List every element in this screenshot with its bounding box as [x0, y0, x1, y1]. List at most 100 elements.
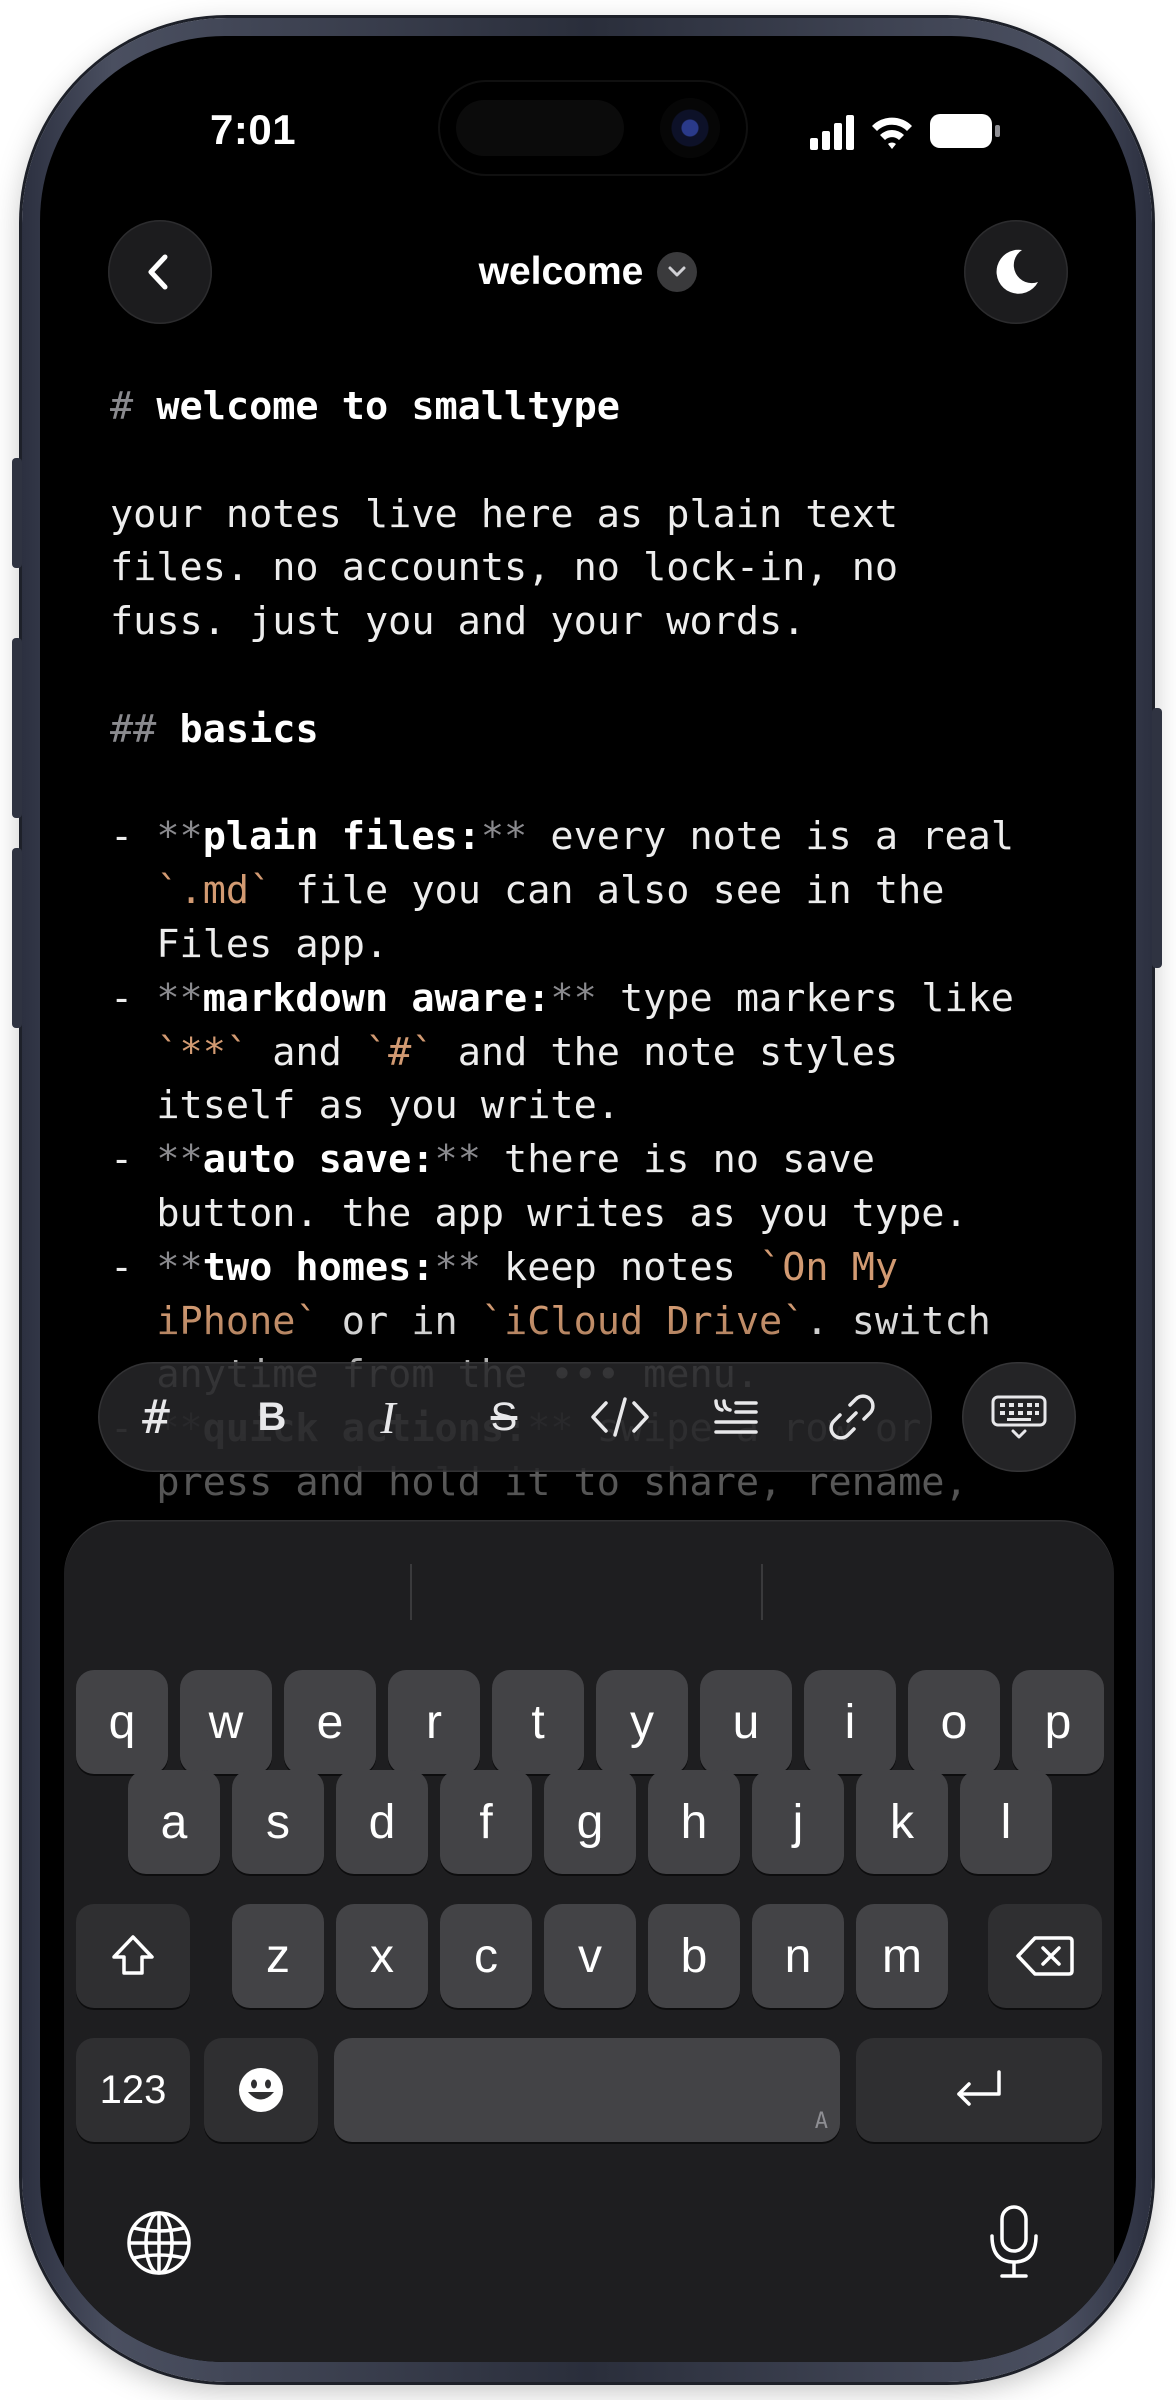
bold-button[interactable]: B	[214, 1362, 330, 1472]
editor-text: -	[110, 1137, 157, 1183]
key-w[interactable]: w	[180, 1670, 272, 1774]
key-o[interactable]: o	[908, 1670, 1000, 1774]
chevron-left-icon	[148, 254, 168, 290]
return-icon	[957, 2070, 1001, 2106]
key-f[interactable]: f	[440, 1770, 532, 1874]
editor-text: Files app.	[110, 921, 389, 967]
editor-text: button. the app writes as you type.	[110, 1190, 968, 1236]
editor-line: fuss. just you and your words.	[110, 595, 1090, 649]
key-s[interactable]: s	[232, 1770, 324, 1874]
key-t[interactable]: t	[492, 1670, 584, 1774]
cellular-signal-icon	[810, 114, 1000, 150]
key-r[interactable]: r	[388, 1670, 480, 1774]
editor-text: type markers like	[596, 975, 1014, 1021]
editor-text: itself as you write.	[110, 1083, 620, 1129]
key-h[interactable]: h	[648, 1770, 740, 1874]
key-i[interactable]: i	[804, 1670, 896, 1774]
heading-button[interactable]: #	[98, 1362, 214, 1472]
editor-line: `**` and `#` and the note styles	[110, 1026, 1090, 1080]
software-keyboard: 123 A q w e r t y u i o p a s d f g h j …	[64, 1520, 1114, 2362]
key-c[interactable]: c	[440, 1904, 532, 2008]
inline-code: `**`	[156, 1029, 250, 1075]
italic-icon: I	[380, 1391, 396, 1443]
suggestion-divider	[410, 1564, 412, 1620]
key-x[interactable]: x	[336, 1904, 428, 2008]
key-g[interactable]: g	[544, 1770, 636, 1874]
key-j[interactable]: j	[752, 1770, 844, 1874]
markdown-marker: **	[434, 1244, 481, 1290]
editor-line: your notes live here as plain text	[110, 488, 1090, 542]
key-v[interactable]: v	[544, 1904, 636, 2008]
key-d[interactable]: d	[336, 1770, 428, 1874]
markdown-marker: ##	[110, 706, 180, 752]
suggestion-divider	[761, 1564, 763, 1620]
space-language-hint: A	[814, 2109, 828, 2134]
editor-line: - **two homes:** keep notes `On My	[110, 1241, 1090, 1295]
bold-icon: B	[257, 1394, 287, 1439]
editor-text: there is no save	[480, 1137, 875, 1183]
editor-text	[110, 1030, 156, 1075]
key-y[interactable]: y	[596, 1670, 688, 1774]
keyboard-toggle-button[interactable]	[962, 1362, 1076, 1472]
editor-text	[110, 868, 156, 913]
editor-text: every note is a real	[527, 814, 1014, 860]
numbers-key[interactable]: 123	[76, 2038, 190, 2142]
status-icons	[810, 112, 1050, 152]
key-p[interactable]: p	[1012, 1670, 1104, 1774]
italic-button[interactable]: I	[330, 1362, 446, 1472]
editor-text: -	[110, 814, 157, 860]
quote-icon	[714, 1399, 758, 1434]
inline-code: `On My	[759, 1244, 899, 1290]
key-l[interactable]: l	[960, 1770, 1052, 1874]
editor-line: itself as you write.	[110, 1079, 1090, 1133]
chevron-down-icon	[657, 252, 698, 292]
editor-line: - **plain files:** every note is a real	[110, 810, 1090, 864]
action-button	[12, 458, 22, 568]
code-button[interactable]	[562, 1362, 678, 1472]
editor-line: `.md` file you can also see in the	[110, 864, 1090, 918]
key-m[interactable]: m	[856, 1904, 948, 2008]
status-time: 7:01	[210, 106, 297, 153]
markdown-marker: **	[156, 1244, 203, 1290]
editor-line: button. the app writes as you type.	[110, 1187, 1090, 1241]
dictation-button[interactable]	[986, 2204, 1042, 2285]
editor-line: - **markdown aware:** type markers like	[110, 972, 1090, 1026]
editor-text: keep notes	[480, 1244, 760, 1290]
markdown-marker: #	[110, 384, 157, 429]
delete-key[interactable]	[988, 1904, 1102, 2008]
key-q[interactable]: q	[76, 1670, 168, 1774]
note-title-menu[interactable]: welcome	[340, 232, 836, 312]
editor-text: and the note styles	[434, 1029, 899, 1075]
key-b[interactable]: b	[648, 1904, 740, 2008]
key-k[interactable]: k	[856, 1770, 948, 1874]
format-toolbar: # B I S	[98, 1362, 932, 1472]
quote-button[interactable]	[678, 1362, 794, 1472]
emoji-key[interactable]	[204, 2038, 318, 2142]
heading-icon: #	[142, 1390, 170, 1444]
globe-icon	[127, 2211, 191, 2275]
bold-text: markdown aware:	[202, 975, 551, 1021]
key-u[interactable]: u	[700, 1670, 792, 1774]
volume-down-button	[12, 848, 22, 1028]
space-bar[interactable]: A	[334, 2038, 840, 2142]
key-n[interactable]: n	[752, 1904, 844, 2008]
shift-key[interactable]	[76, 1904, 190, 2008]
markdown-marker: **	[156, 1137, 203, 1183]
editor-text: and	[249, 1029, 365, 1075]
key-a[interactable]: a	[128, 1770, 220, 1874]
emoji-icon	[239, 2068, 283, 2112]
return-key[interactable]	[856, 2038, 1102, 2142]
microphone-icon	[990, 2205, 1038, 2278]
link-button[interactable]	[794, 1362, 910, 1472]
key-e[interactable]: e	[284, 1670, 376, 1774]
key-z[interactable]: z	[232, 1904, 324, 2008]
wifi-icon	[872, 117, 912, 149]
back-button[interactable]	[108, 220, 212, 324]
globe-button[interactable]	[126, 2210, 192, 2281]
note-title: welcome	[478, 250, 644, 293]
markdown-marker: **	[550, 975, 597, 1021]
theme-toggle-button[interactable]	[964, 220, 1068, 324]
strikethrough-button[interactable]: S	[446, 1362, 562, 1472]
moon-icon	[996, 249, 1038, 294]
